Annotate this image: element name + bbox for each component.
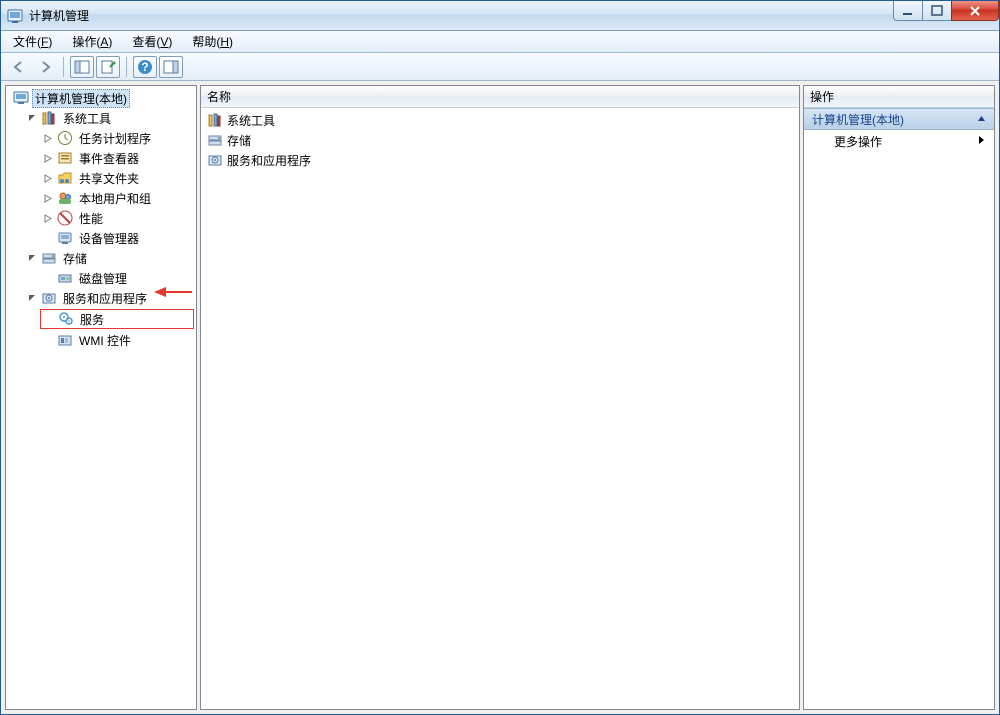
show-hide-tree-button[interactable] bbox=[70, 56, 94, 78]
device-manager-icon bbox=[57, 230, 73, 246]
shared-folder-icon bbox=[57, 170, 73, 186]
expand-icon[interactable] bbox=[42, 152, 54, 164]
toolbar-separator bbox=[126, 57, 127, 77]
tree-device-manager[interactable]: 设备管理器 bbox=[40, 228, 194, 248]
services-apps-icon bbox=[41, 290, 57, 306]
actions-pane: 操作 计算机管理(本地) 更多操作 bbox=[803, 85, 995, 710]
tree-disk-management[interactable]: 磁盘管理 bbox=[40, 268, 194, 288]
tree-storage[interactable]: 存储 bbox=[24, 248, 194, 268]
expand-icon[interactable] bbox=[42, 132, 54, 144]
app-icon bbox=[7, 8, 23, 24]
actions-header-label: 操作 bbox=[810, 88, 834, 105]
client-area: 计算机管理(本地) 系统工具 bbox=[1, 81, 999, 714]
properties-button[interactable] bbox=[96, 56, 120, 78]
system-tools-icon bbox=[207, 112, 223, 128]
forward-button[interactable] bbox=[33, 56, 57, 78]
window-buttons bbox=[894, 1, 999, 21]
computer-mgmt-icon bbox=[13, 90, 29, 106]
tree-storage-label: 存储 bbox=[60, 249, 90, 268]
tree-event-viewer-label: 事件查看器 bbox=[76, 149, 142, 168]
help-button[interactable]: ? bbox=[133, 56, 157, 78]
tree-services[interactable]: 服务 bbox=[40, 309, 194, 329]
tree-root[interactable]: 计算机管理(本地) bbox=[8, 88, 194, 108]
chevron-right-icon bbox=[978, 135, 986, 148]
tree-shared-folders-label: 共享文件夹 bbox=[76, 169, 142, 188]
window-title: 计算机管理 bbox=[29, 7, 89, 24]
list-item-label: 服务和应用程序 bbox=[227, 152, 311, 169]
tree-pane: 计算机管理(本地) 系统工具 bbox=[5, 85, 197, 710]
menu-help[interactable]: 帮助(H) bbox=[186, 31, 239, 52]
list-pane: 名称 系统工具 存储 bbox=[200, 85, 800, 710]
back-button[interactable] bbox=[7, 56, 31, 78]
menu-action[interactable]: 操作(A) bbox=[66, 31, 118, 52]
list-item-services-apps[interactable]: 服务和应用程序 bbox=[203, 150, 797, 170]
show-hide-action-pane-button[interactable] bbox=[159, 56, 183, 78]
tree-disk-management-label: 磁盘管理 bbox=[76, 269, 130, 288]
tree-services-apps-label: 服务和应用程序 bbox=[60, 289, 150, 308]
performance-icon bbox=[57, 210, 73, 226]
minimize-button[interactable] bbox=[893, 1, 923, 21]
tree-performance-label: 性能 bbox=[76, 209, 106, 228]
close-button[interactable] bbox=[951, 1, 999, 21]
tree-system-tools[interactable]: 系统工具 bbox=[24, 108, 194, 128]
window: 计算机管理 文件(F) 操作(A) 查看(V) 帮助(H) bbox=[0, 0, 1000, 715]
actions-group-header[interactable]: 计算机管理(本地) bbox=[804, 108, 994, 130]
tree-system-tools-label: 系统工具 bbox=[60, 109, 114, 128]
collapse-icon[interactable] bbox=[26, 292, 38, 304]
tree-wmi-control[interactable]: WMI 控件 bbox=[40, 330, 194, 350]
tree-device-manager-label: 设备管理器 bbox=[76, 229, 142, 248]
titlebar[interactable]: 计算机管理 bbox=[1, 1, 999, 31]
menu-file[interactable]: 文件(F) bbox=[7, 31, 58, 52]
tree-event-viewer[interactable]: 事件查看器 bbox=[40, 148, 194, 168]
wmi-icon bbox=[57, 332, 73, 348]
expand-icon[interactable] bbox=[42, 192, 54, 204]
list-item-label: 系统工具 bbox=[227, 112, 275, 129]
storage-icon bbox=[41, 250, 57, 266]
actions-header: 操作 bbox=[804, 86, 994, 108]
collapse-icon[interactable] bbox=[26, 112, 38, 124]
list-item-label: 存储 bbox=[227, 132, 251, 149]
services-icon bbox=[58, 311, 74, 327]
tree-performance[interactable]: 性能 bbox=[40, 208, 194, 228]
disk-mgmt-icon bbox=[57, 270, 73, 286]
menubar: 文件(F) 操作(A) 查看(V) 帮助(H) bbox=[1, 31, 999, 53]
actions-group-label: 计算机管理(本地) bbox=[812, 111, 904, 128]
actions-more-actions[interactable]: 更多操作 bbox=[804, 130, 994, 152]
tree-task-scheduler[interactable]: 任务计划程序 bbox=[40, 128, 194, 148]
actions-more-label: 更多操作 bbox=[834, 133, 882, 150]
tree-wmi-control-label: WMI 控件 bbox=[76, 331, 134, 350]
tree-task-scheduler-label: 任务计划程序 bbox=[76, 129, 154, 148]
users-icon bbox=[57, 190, 73, 206]
collapse-triangle-icon bbox=[977, 112, 986, 126]
tree-local-users[interactable]: 本地用户和组 bbox=[40, 188, 194, 208]
services-apps-icon bbox=[207, 152, 223, 168]
system-tools-icon bbox=[41, 110, 57, 126]
list-item-storage[interactable]: 存储 bbox=[203, 130, 797, 150]
storage-icon bbox=[207, 132, 223, 148]
tree-root-label: 计算机管理(本地) bbox=[32, 89, 130, 108]
expand-icon[interactable] bbox=[42, 212, 54, 224]
tree-services-label: 服务 bbox=[77, 310, 107, 329]
tree-shared-folders[interactable]: 共享文件夹 bbox=[40, 168, 194, 188]
svg-text:?: ? bbox=[141, 60, 148, 74]
clock-icon bbox=[57, 130, 73, 146]
tree-local-users-label: 本地用户和组 bbox=[76, 189, 154, 208]
menu-view[interactable]: 查看(V) bbox=[126, 31, 178, 52]
expand-icon[interactable] bbox=[42, 172, 54, 184]
column-name-label: 名称 bbox=[207, 88, 231, 105]
maximize-button[interactable] bbox=[922, 1, 952, 21]
list-item-system-tools[interactable]: 系统工具 bbox=[203, 110, 797, 130]
toolbar: ? bbox=[1, 53, 999, 81]
event-viewer-icon bbox=[57, 150, 73, 166]
collapse-icon[interactable] bbox=[26, 252, 38, 264]
list-column-header[interactable]: 名称 bbox=[201, 86, 799, 108]
toolbar-separator bbox=[63, 57, 64, 77]
tree-services-apps[interactable]: 服务和应用程序 bbox=[24, 288, 194, 308]
